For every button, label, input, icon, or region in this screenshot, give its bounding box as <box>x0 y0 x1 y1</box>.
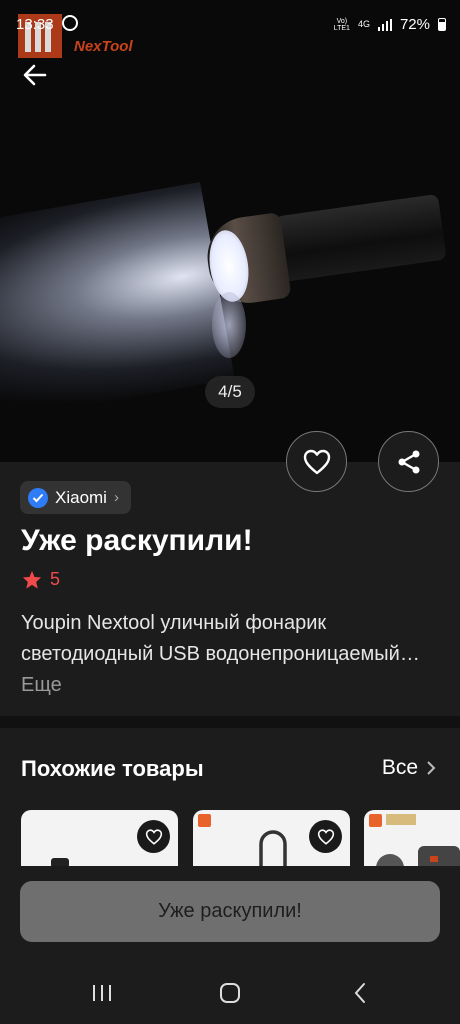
back-button[interactable] <box>18 58 52 92</box>
description-text: Youpin Nextool уличный фонарик светодиод… <box>21 612 420 665</box>
rating-value: 5 <box>50 569 61 589</box>
battery-icon <box>438 18 446 31</box>
heart-icon <box>145 828 162 845</box>
sold-out-button[interactable]: Уже раскупили! <box>20 881 440 942</box>
heart-icon <box>317 828 334 845</box>
see-all-label: Все <box>381 756 418 779</box>
recent-apps-button[interactable] <box>82 978 122 1008</box>
network-type: 4G <box>357 19 370 29</box>
nav-back-icon <box>354 983 365 1003</box>
home-button[interactable] <box>210 978 250 1008</box>
whatsapp-icon <box>62 15 78 31</box>
favorite-button[interactable] <box>286 431 347 492</box>
flashlight-image <box>202 193 448 309</box>
volte-indicator: Vo) LTE1 <box>333 17 350 32</box>
card-favorite-button[interactable] <box>137 820 170 853</box>
see-all-link[interactable]: Все <box>382 756 436 780</box>
store-badge <box>369 814 382 827</box>
battery-percent: 72% <box>399 16 430 33</box>
status-bar: 13:33 Vo) LTE1 4G 72% <box>0 0 460 52</box>
similar-products-title: Похожие товары <box>21 756 204 781</box>
signal-icon <box>377 18 393 31</box>
more-link[interactable]: Еще <box>21 674 62 696</box>
home-icon <box>220 983 240 1003</box>
status-time: 13:33 <box>16 16 54 33</box>
share-button[interactable] <box>378 431 439 492</box>
store-label <box>386 814 416 825</box>
heart-icon <box>303 449 330 474</box>
light-beam <box>0 181 235 439</box>
flashlight-reflection <box>212 292 246 358</box>
recent-apps-icon <box>93 985 111 1001</box>
product-title: Уже раскупили! <box>21 524 253 557</box>
section-divider <box>0 716 460 728</box>
card-favorite-button[interactable] <box>309 820 342 853</box>
image-pager: 4/5 <box>205 376 255 408</box>
product-description: Youpin Nextool уличный фонарик светодиод… <box>21 608 441 701</box>
back-arrow-icon <box>23 64 47 86</box>
brand-chip[interactable]: Xiaomi › <box>20 481 131 514</box>
verified-icon <box>28 487 48 508</box>
nav-back-button[interactable] <box>340 978 380 1008</box>
chevron-right-icon <box>427 761 436 775</box>
store-badge <box>198 814 211 827</box>
brand-name: Xiaomi <box>55 487 107 507</box>
product-rating: 5 <box>22 569 60 590</box>
share-icon <box>398 450 419 473</box>
system-nav-bar <box>0 962 460 1024</box>
star-icon <box>22 570 42 589</box>
chevron-right-icon: › <box>113 489 119 506</box>
product-image-gallery[interactable]: NexTool 13:33 Vo) LTE1 4G 72% 4/5 <box>0 0 460 462</box>
